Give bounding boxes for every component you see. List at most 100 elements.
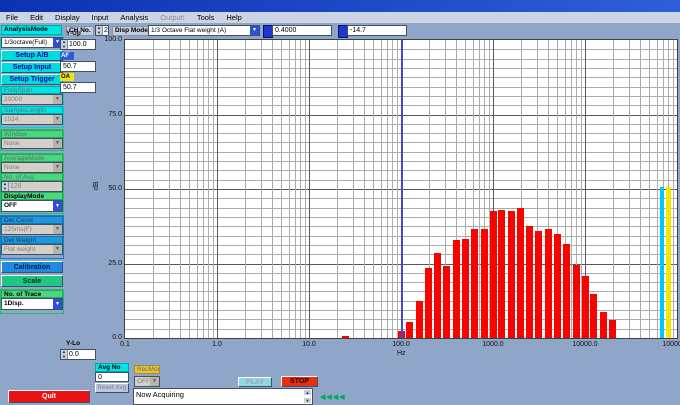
af-value: 50.7 bbox=[60, 61, 96, 72]
spectrum-bar bbox=[443, 266, 450, 338]
rec-mode-label: RecMode bbox=[134, 365, 160, 374]
scale-button[interactable]: Scale bbox=[1, 275, 63, 287]
spectrum-plot[interactable] bbox=[125, 40, 677, 338]
oa-badge: OA bbox=[60, 73, 74, 81]
spectrum-bar bbox=[462, 239, 469, 339]
menu-item-analysis[interactable]: Analysis bbox=[114, 12, 154, 23]
gridline bbox=[305, 40, 306, 338]
gridline bbox=[208, 40, 209, 338]
menu-item-tools[interactable]: Tools bbox=[191, 12, 221, 23]
avg-no-value: 0 bbox=[95, 372, 129, 382]
quit-button[interactable]: Quit bbox=[8, 390, 90, 403]
analysis-mode-label: AnalysisMode bbox=[1, 25, 62, 35]
averagemode-label: AverageMode bbox=[1, 154, 63, 162]
stepper-arrows-icon[interactable]: ▲▼ bbox=[96, 26, 103, 35]
gridline bbox=[673, 40, 674, 338]
gridline bbox=[180, 40, 181, 338]
displaymode-select[interactable]: OFF ▼ bbox=[1, 200, 63, 212]
nav-arrows-icon[interactable]: ◀◀◀◀ bbox=[320, 393, 346, 401]
spectrum-bar bbox=[535, 231, 542, 338]
gridline bbox=[649, 40, 650, 338]
setup-input-button[interactable]: Setup Input bbox=[1, 62, 63, 73]
spectrum-bar bbox=[508, 211, 515, 339]
gridline bbox=[657, 40, 658, 338]
x-tick-label: 1.0 bbox=[199, 341, 235, 348]
rec-mode-select: OFF ▼ bbox=[134, 376, 160, 387]
spectrum-bar bbox=[563, 244, 570, 338]
spectrum-bar bbox=[490, 211, 497, 338]
menu-item-edit[interactable]: Edit bbox=[24, 12, 49, 23]
chevron-down-icon[interactable]: ▼ bbox=[250, 26, 259, 35]
chevron-down-icon: ▼ bbox=[53, 115, 62, 124]
setup-trigger-button[interactable]: Setup Trigger bbox=[1, 74, 63, 85]
scroll-down-icon[interactable]: ▼ bbox=[304, 398, 311, 403]
y-lo-stepper[interactable]: ▲▼ 0.0 bbox=[60, 349, 96, 360]
averagemode-select: None ▼ bbox=[1, 162, 63, 173]
y-tick-label: 50.0 bbox=[96, 185, 122, 192]
spectrum-bar bbox=[517, 208, 524, 338]
overall-bar-af bbox=[660, 187, 664, 338]
stepper-arrows-icon[interactable]: ▲▼ bbox=[61, 350, 68, 359]
gridline bbox=[213, 40, 214, 338]
gridline-major bbox=[309, 40, 310, 338]
gridline bbox=[203, 40, 204, 338]
spectrum-bar bbox=[554, 234, 561, 338]
gridline bbox=[197, 40, 198, 338]
x-axis-unit-label: Hz bbox=[397, 350, 406, 357]
disp-mode-label: Disp Mode bbox=[112, 26, 151, 36]
x-tick-label: 0.1 bbox=[107, 341, 143, 348]
spectrum-bar bbox=[453, 240, 460, 338]
disp-mode-select[interactable]: 1/3 Octave Flat weight (A) ▼ bbox=[148, 25, 260, 36]
calibration-button[interactable]: Calibration bbox=[1, 261, 63, 273]
gridline bbox=[571, 40, 572, 338]
det-const-select: 125ms(F) ▼ bbox=[1, 224, 63, 235]
ch-no-stepper[interactable]: ▲▼ 2 bbox=[95, 25, 109, 36]
gridline bbox=[397, 40, 398, 338]
gridline bbox=[392, 40, 393, 338]
spectrum-bar bbox=[342, 336, 349, 338]
analysis-mode-select[interactable]: 1/3octave(Full) ▼ bbox=[1, 37, 63, 48]
gridline bbox=[169, 40, 170, 338]
menu-item-help[interactable]: Help bbox=[220, 12, 247, 23]
y-up-stepper[interactable]: ▲▼ 100.0 bbox=[60, 39, 96, 50]
gridline bbox=[337, 40, 338, 338]
gridline bbox=[300, 40, 301, 338]
gridline bbox=[373, 40, 374, 338]
reset-avg-button[interactable]: Reset Avg bbox=[95, 383, 129, 393]
frequency-cursor[interactable] bbox=[401, 40, 403, 338]
det-const-label: Det Const bbox=[1, 216, 63, 224]
play-button[interactable]: PLAY bbox=[238, 377, 272, 387]
chevron-down-icon[interactable]: ▼ bbox=[53, 201, 62, 211]
chevron-down-icon[interactable]: ▼ bbox=[53, 299, 62, 309]
spectrum-bar bbox=[406, 322, 413, 338]
gridline bbox=[245, 40, 246, 338]
y-tick-label: 0.0 bbox=[96, 334, 122, 341]
spectrum-bar bbox=[600, 312, 607, 338]
overall-bar-oa bbox=[666, 187, 671, 338]
no-of-avg-stepper: ▲▼ 128 bbox=[1, 181, 63, 192]
status-message-box: Now Acquiring ▲ ▼ bbox=[133, 388, 313, 405]
menu-item-file[interactable]: File bbox=[0, 12, 24, 23]
window-select: None ▼ bbox=[1, 138, 63, 149]
spectrum-bar bbox=[590, 294, 597, 338]
gridline bbox=[153, 40, 154, 338]
gridline bbox=[189, 40, 190, 338]
x-tick-label: 1000.0 bbox=[475, 341, 511, 348]
chevron-down-icon: ▼ bbox=[53, 245, 62, 254]
gridline bbox=[381, 40, 382, 338]
x-tick-label: 10.0 bbox=[291, 341, 327, 348]
no-of-trace-select[interactable]: 1Disp. ▼ bbox=[1, 298, 63, 310]
scroll-up-icon[interactable]: ▲ bbox=[304, 390, 311, 395]
title-bar: SA-02 BASE Ver4.3E [Analyzer] RION CO,.L… bbox=[0, 0, 680, 12]
gridline bbox=[272, 40, 273, 338]
stop-button[interactable]: STOP bbox=[281, 376, 318, 387]
menu-item-display[interactable]: Display bbox=[49, 12, 86, 23]
spectrum-bar bbox=[573, 265, 580, 338]
af-badge: AF bbox=[60, 52, 74, 60]
samplelength-label: SampleLength bbox=[1, 106, 63, 114]
menu-bar: FileEditDisplayInputAnalysisOutput!Tools… bbox=[0, 12, 680, 24]
setup-ab-button[interactable]: Setup A/B bbox=[1, 50, 63, 61]
level-value-2: -14.7 bbox=[347, 25, 407, 36]
stepper-arrows-icon[interactable]: ▲▼ bbox=[61, 40, 68, 49]
menu-item-input[interactable]: Input bbox=[86, 12, 115, 23]
